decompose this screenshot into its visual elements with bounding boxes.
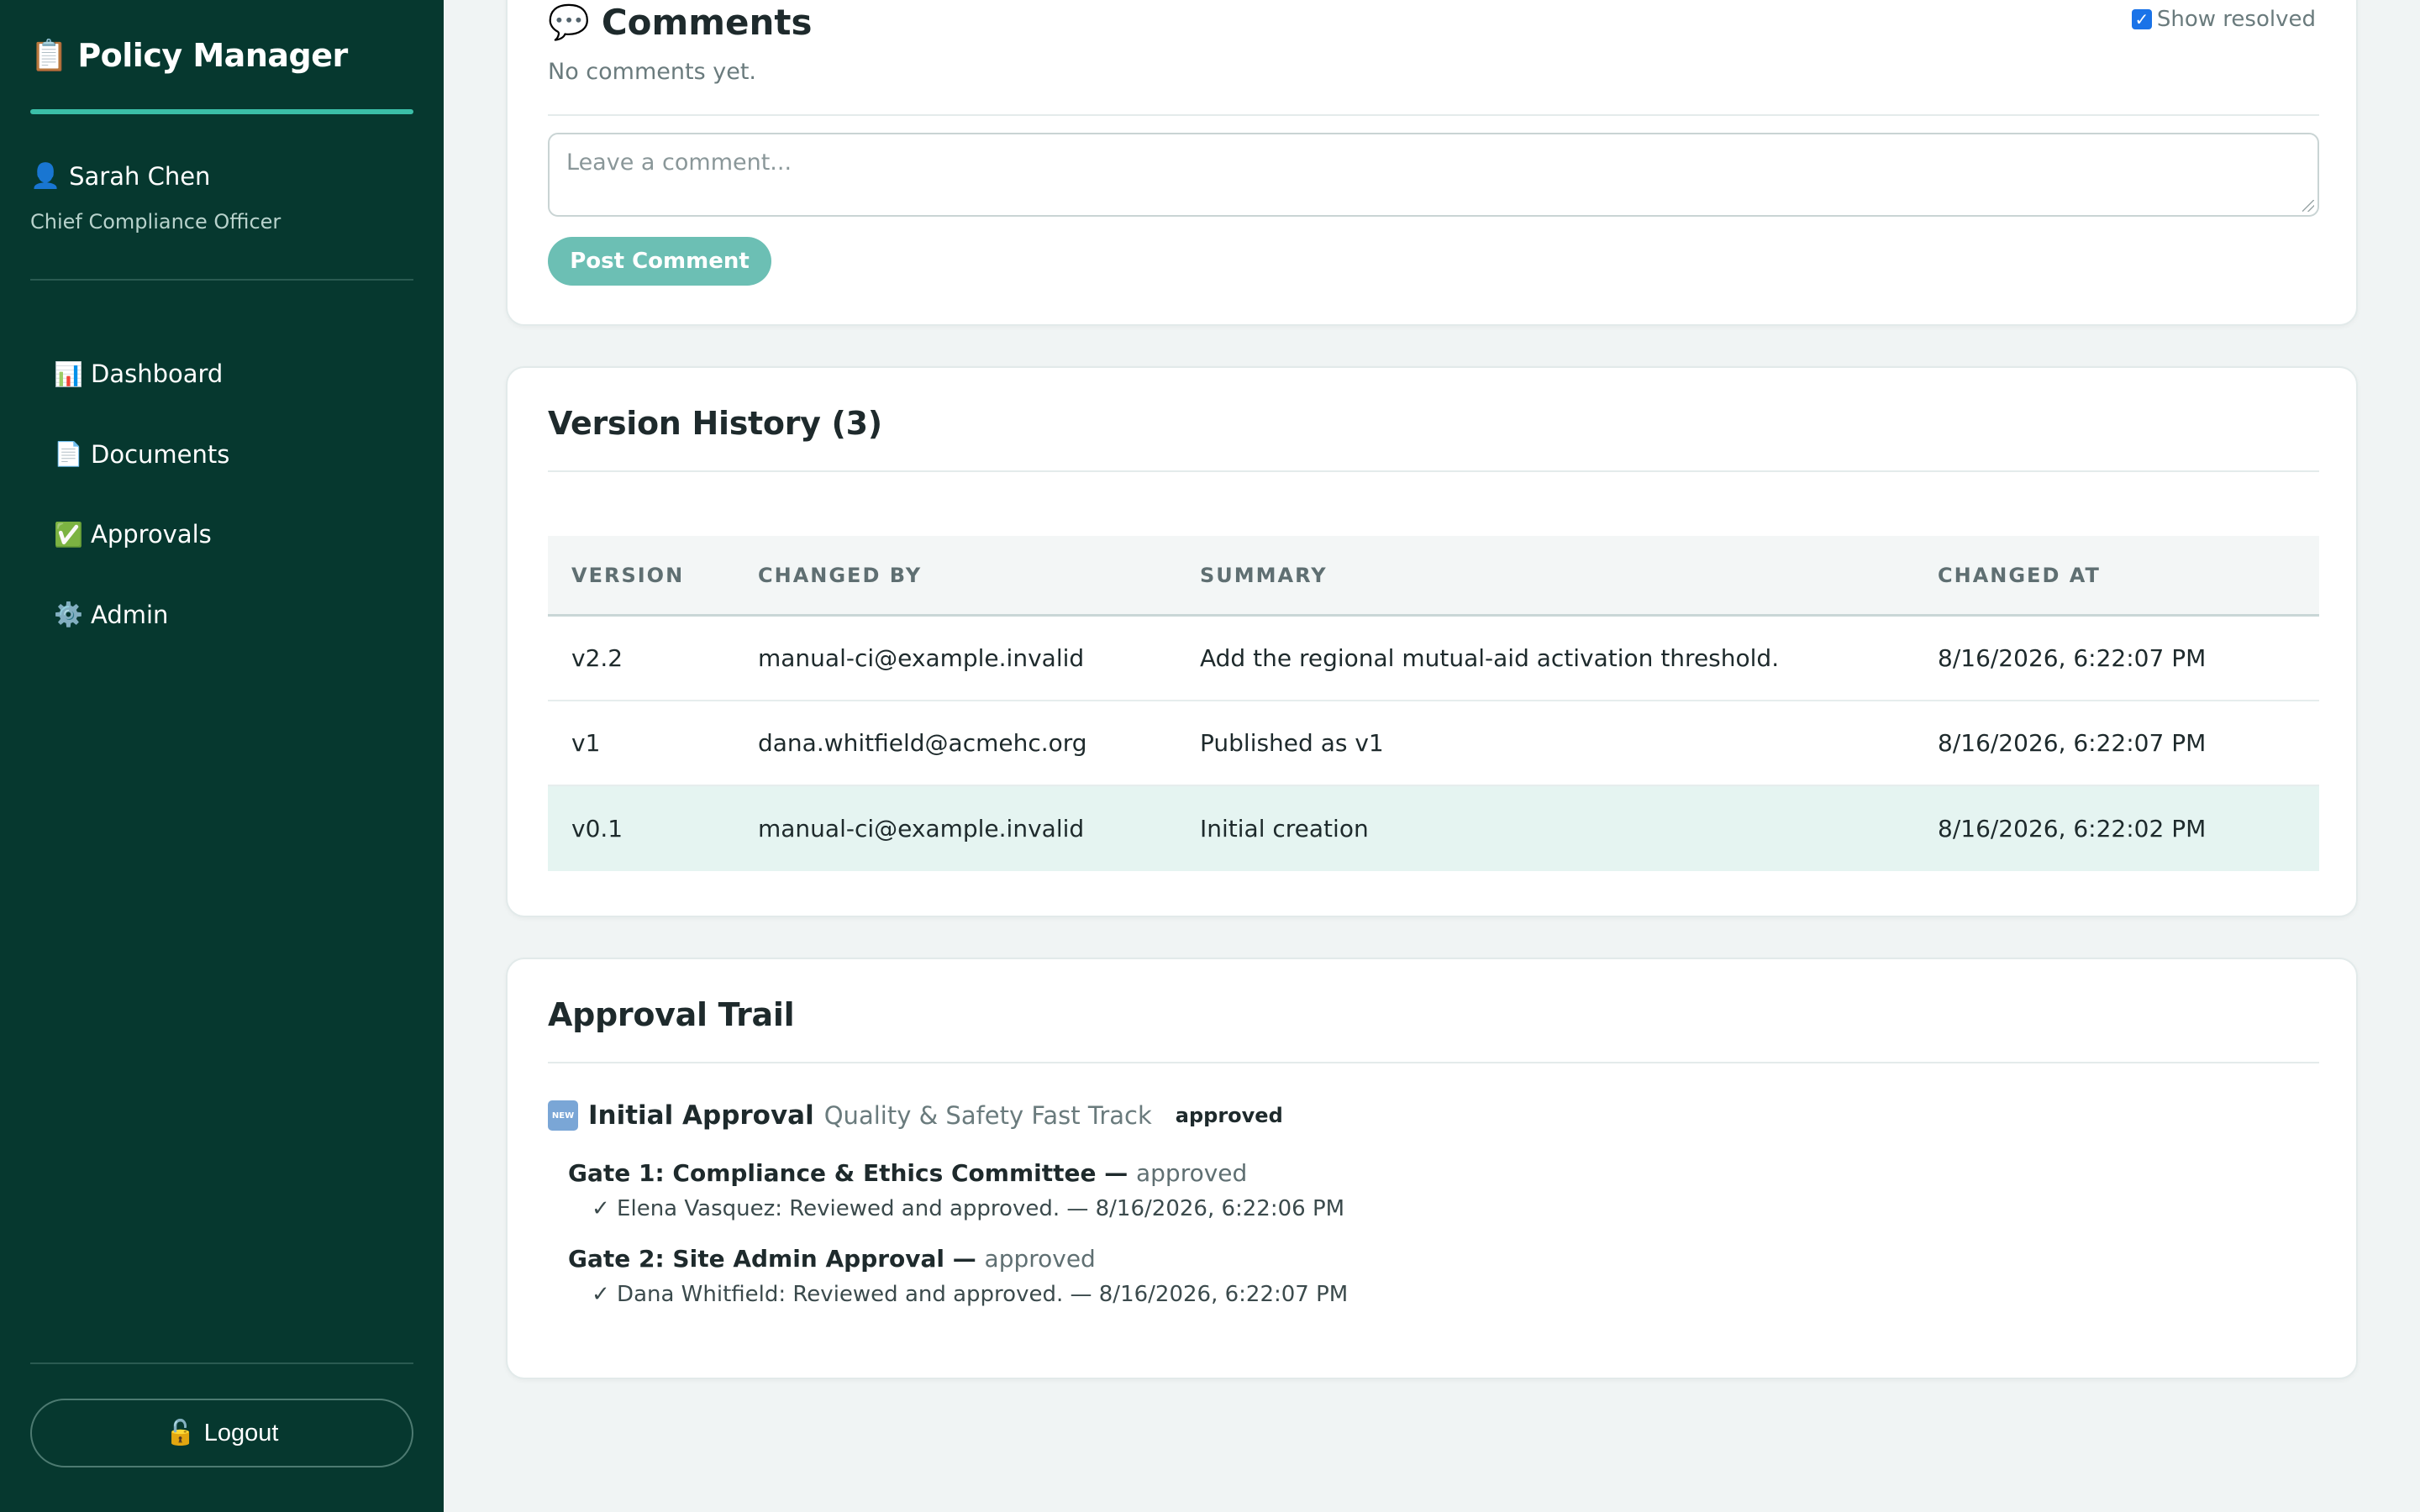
approval-trail-card: Approval Trail NEW Initial Approval Qual… <box>506 958 2358 1379</box>
table-row[interactable]: v0.1 manual-ci@example.invalid Initial c… <box>548 786 2319 871</box>
version-history-card: Version History (3) VERSION CHANGED BY S… <box>506 366 2358 917</box>
sidebar-item-admin[interactable]: ⚙️ Admin <box>54 594 229 636</box>
gate-name: Gate 1: Compliance & Ethics Committee <box>568 1159 1097 1187</box>
section-divider <box>548 1062 2319 1063</box>
sidebar-item-label: Dashboard <box>91 360 224 388</box>
app-brand: 📋 Policy Manager <box>30 37 348 74</box>
bar-chart-icon: 📊 <box>54 360 83 388</box>
comments-heading: 💬 Comments <box>548 2 813 43</box>
brand-divider <box>30 109 413 114</box>
unlock-icon: 🔓 <box>165 1420 196 1446</box>
trail-name: Initial Approval <box>588 1100 814 1131</box>
table-row[interactable]: v1 dana.whitfield@acmehc.org Published a… <box>548 701 2319 786</box>
clipboard-icon: 📋 <box>30 39 68 73</box>
approval-trail-title: Approval Trail <box>548 996 795 1033</box>
sidebar-footer-divider <box>30 1362 413 1364</box>
table-header: VERSION CHANGED BY SUMMARY CHANGED AT <box>548 536 2319 617</box>
section-divider <box>548 470 2319 472</box>
gate-separator: — <box>1096 1159 1136 1187</box>
post-comment-button[interactable]: Post Comment <box>548 237 771 286</box>
show-resolved-label: Show resolved <box>2156 7 2316 32</box>
table-row[interactable]: v2.2 manual-ci@example.invalid Add the r… <box>548 617 2319 701</box>
empty-comments-text: No comments yet. <box>548 59 756 85</box>
trail-workflow: Quality & Safety Fast Track <box>823 1101 1152 1130</box>
gate-entry: ✓ Dana Whitfield: Reviewed and approved.… <box>592 1282 1349 1307</box>
comments-divider <box>548 114 2319 116</box>
column-header-changed-by[interactable]: CHANGED BY <box>734 564 1176 587</box>
approval-trail-header: NEW Initial Approval Quality & Safety Fa… <box>548 1100 1283 1131</box>
app-title: Policy Manager <box>77 37 348 74</box>
gate-status: approved <box>984 1245 1096 1273</box>
gate-status: approved <box>1136 1159 1248 1187</box>
column-header-version[interactable]: VERSION <box>548 564 734 587</box>
sidebar-item-documents[interactable]: 📄 Documents <box>54 433 229 475</box>
changed-by-cell: dana.whitfield@acmehc.org <box>758 729 1087 757</box>
column-header-changed-at[interactable]: CHANGED AT <box>1914 564 2319 587</box>
changed-at-cell: 8/16/2026, 6:22:02 PM <box>1938 815 2207 843</box>
status-badge: approved <box>1175 1104 1283 1127</box>
summary-cell: Add the regional mutual-aid activation t… <box>1200 644 1780 672</box>
show-resolved-checkbox[interactable]: ✓ <box>2131 9 2152 29</box>
speech-bubble-icon: 💬 <box>548 3 590 42</box>
summary-cell: Published as v1 <box>1200 729 1384 757</box>
sidebar-item-label: Approvals <box>91 520 212 549</box>
changed-at-cell: 8/16/2026, 6:22:07 PM <box>1938 644 2207 672</box>
show-resolved-toggle[interactable]: ✓ Show resolved <box>2131 7 2316 32</box>
column-header-summary[interactable]: SUMMARY <box>1176 564 1914 587</box>
comment-input[interactable]: Leave a comment... <box>548 133 2319 217</box>
resize-handle-icon[interactable] <box>2302 200 2314 212</box>
sidebar-item-dashboard[interactable]: 📊 Dashboard <box>54 353 229 395</box>
sidebar: 📋 Policy Manager 👤 Sarah Chen Chief Comp… <box>0 0 444 1512</box>
user-divider <box>30 279 413 281</box>
sidebar-item-label: Documents <box>91 439 230 469</box>
summary-cell: Initial creation <box>1200 815 1369 843</box>
changed-by-cell: manual-ci@example.invalid <box>758 815 1085 843</box>
sidebar-nav: 📊 Dashboard 📄 Documents ✅ Approvals ⚙️ A… <box>54 353 229 674</box>
version-cell: v2.2 <box>571 644 623 672</box>
check-mark-icon: ✅ <box>54 520 83 549</box>
logout-button[interactable]: 🔓 Logout <box>30 1399 413 1467</box>
user-name: 👤 Sarah Chen <box>30 161 211 191</box>
gate-entry: ✓ Elena Vasquez: Reviewed and approved. … <box>592 1196 1345 1221</box>
version-cell: v1 <box>571 729 601 757</box>
gear-icon: ⚙️ <box>54 601 83 628</box>
gate-name: Gate 2: Site Admin Approval <box>568 1245 945 1273</box>
person-icon: 👤 <box>30 161 61 190</box>
version-table: VERSION CHANGED BY SUMMARY CHANGED AT v2… <box>548 536 2319 871</box>
changed-at-cell: 8/16/2026, 6:22:07 PM <box>1938 729 2207 757</box>
comments-card: 💬 Comments ✓ Show resolved No comments y… <box>506 0 2358 326</box>
changed-by-cell: manual-ci@example.invalid <box>758 644 1085 672</box>
version-history-title: Version History (3) <box>548 405 882 442</box>
sidebar-item-label: Admin <box>91 600 169 629</box>
document-icon: 📄 <box>54 440 83 468</box>
sidebar-item-approvals[interactable]: ✅ Approvals <box>54 513 229 555</box>
version-cell: v0.1 <box>571 815 623 843</box>
gate-row: Gate 1: Compliance & Ethics Committee — … <box>568 1159 1247 1187</box>
gate-separator: — <box>944 1245 985 1273</box>
new-badge-icon: NEW <box>548 1100 578 1131</box>
gate-row: Gate 2: Site Admin Approval — approved <box>568 1245 1096 1273</box>
user-role: Chief Compliance Officer <box>30 210 281 234</box>
